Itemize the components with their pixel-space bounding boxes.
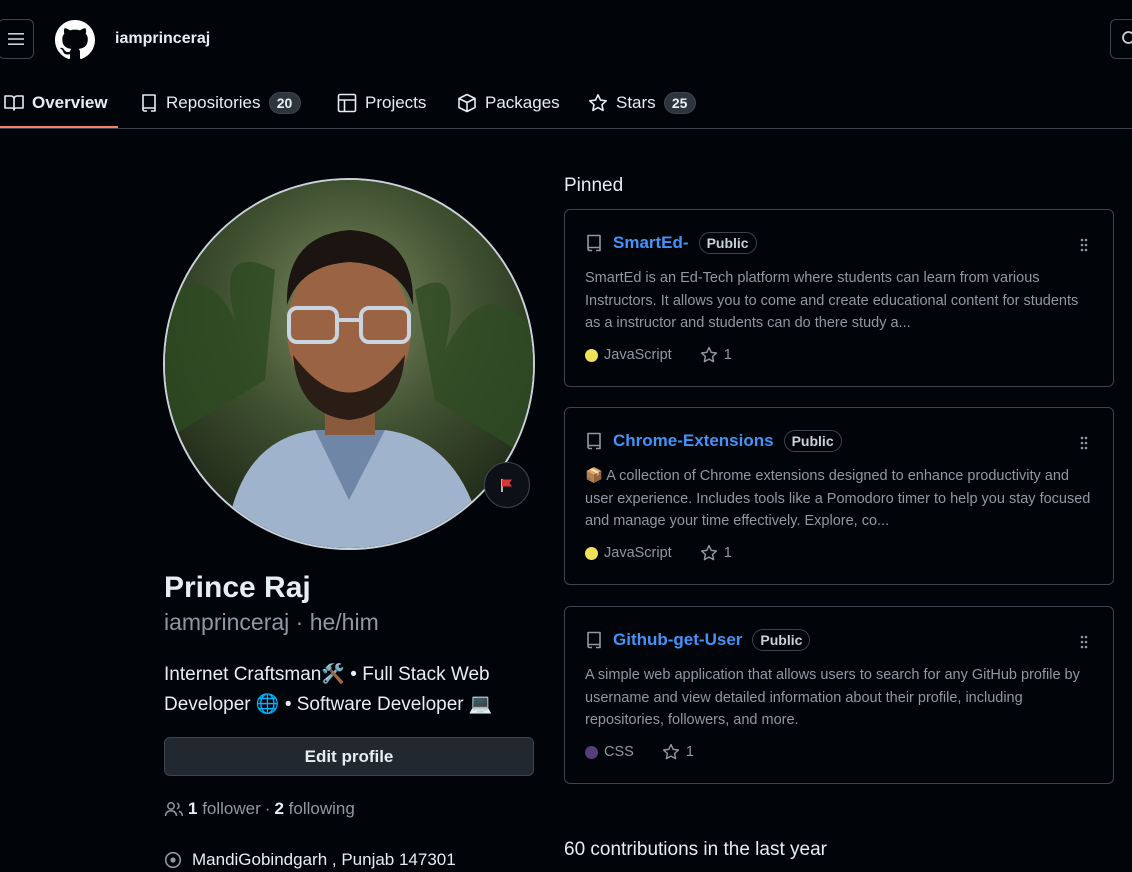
tab-overview[interactable]: Overview bbox=[4, 78, 108, 128]
pinned-heading: Pinned bbox=[564, 175, 624, 196]
repo-name-link[interactable]: Chrome-Extensions bbox=[613, 431, 774, 451]
tab-label: Packages bbox=[485, 93, 560, 112]
star-icon bbox=[589, 94, 607, 112]
avatar-image bbox=[165, 180, 533, 548]
repo-language: JavaScript bbox=[604, 347, 672, 363]
set-status-button[interactable] bbox=[484, 462, 530, 508]
profile-tabs: Overview Repositories 20 Projects Packag… bbox=[0, 78, 1132, 129]
star-icon bbox=[662, 743, 679, 760]
repo-stars-link[interactable]: 1 bbox=[662, 743, 694, 761]
drag-handle-icon[interactable] bbox=[1079, 635, 1089, 649]
followers-label: follower bbox=[202, 799, 261, 818]
profile-handle: iamprinceraj · he/him bbox=[164, 609, 379, 635]
repo-stars-link[interactable]: 1 bbox=[700, 544, 732, 562]
following-link[interactable]: 2 following bbox=[274, 799, 354, 819]
tab-repositories[interactable]: Repositories 20 bbox=[140, 78, 301, 128]
flag-icon bbox=[501, 479, 512, 492]
header-username[interactable]: iamprinceraj bbox=[115, 30, 210, 48]
repositories-count: 20 bbox=[268, 92, 301, 114]
drag-handle-icon[interactable] bbox=[1079, 436, 1089, 450]
active-tab-indicator bbox=[0, 126, 118, 128]
repo-icon bbox=[587, 631, 601, 649]
language-color-dot bbox=[585, 745, 598, 759]
tab-packages[interactable]: Packages bbox=[457, 78, 560, 128]
tab-label: Projects bbox=[365, 93, 427, 112]
repo-description: SmartEd is an Ed-Tech platform where stu… bbox=[585, 270, 1079, 331]
tab-label: Overview bbox=[32, 93, 108, 112]
search-icon bbox=[1122, 31, 1132, 44]
bio-line: Internet Craftsman🛠️ • Full Stack Web bbox=[164, 664, 490, 685]
repo-name-link[interactable]: SmartEd- bbox=[613, 233, 689, 253]
repo-meta: JavaScript 1 bbox=[585, 544, 732, 562]
repo-meta: JavaScript 1 bbox=[585, 346, 732, 364]
github-logo-icon[interactable] bbox=[55, 20, 95, 60]
followers-count: 1 bbox=[188, 799, 198, 818]
repo-language: JavaScript bbox=[604, 545, 672, 561]
star-icon bbox=[700, 544, 717, 561]
follow-stats: 1 follower · 2 following bbox=[164, 799, 355, 819]
repo-icon bbox=[587, 234, 601, 252]
package-icon bbox=[458, 93, 476, 113]
repo-star-count: 1 bbox=[723, 347, 732, 363]
pinned-repo-card: SmartEd- Public SmartEd is an Ed-Tech pl… bbox=[564, 209, 1114, 387]
following-count: 2 bbox=[274, 799, 284, 818]
repo-description: 📦 A collection of Chrome extensions desi… bbox=[585, 468, 1091, 529]
following-label: following bbox=[288, 799, 355, 818]
repo-star-count: 1 bbox=[723, 545, 732, 561]
visibility-badge: Public bbox=[698, 232, 757, 254]
tab-label: Stars bbox=[616, 93, 656, 112]
avatar[interactable] bbox=[163, 178, 535, 550]
profile-bio: Internet Craftsman🛠️ • Full Stack Web De… bbox=[164, 660, 534, 720]
repo-star-count: 1 bbox=[685, 744, 694, 760]
pinned-repo-card: Github-get-User Public A simple web appl… bbox=[564, 606, 1114, 784]
table-icon bbox=[337, 93, 357, 113]
bio-line: Developer 🌐 • Software Developer 💻 bbox=[164, 694, 493, 715]
drag-handle-icon[interactable] bbox=[1079, 238, 1089, 252]
top-bar: iamprinceraj bbox=[0, 0, 1132, 78]
repo-stars-link[interactable]: 1 bbox=[700, 346, 732, 364]
menu-button[interactable] bbox=[0, 19, 34, 59]
separator: · bbox=[264, 799, 271, 818]
location-icon bbox=[164, 851, 182, 869]
repo-description: A simple web application that allows use… bbox=[585, 667, 1080, 728]
tab-stars[interactable]: Stars 25 bbox=[588, 78, 696, 128]
book-icon bbox=[4, 95, 24, 111]
repo-icon bbox=[142, 94, 156, 112]
repo-meta: CSS 1 bbox=[585, 743, 694, 761]
language-color-dot bbox=[585, 348, 598, 362]
repo-icon bbox=[587, 432, 601, 450]
people-icon bbox=[164, 802, 184, 817]
tab-projects[interactable]: Projects bbox=[337, 78, 426, 128]
star-icon bbox=[700, 346, 717, 363]
tab-label: Repositories bbox=[166, 93, 261, 112]
contributions-heading: 60 contributions in the last year bbox=[564, 839, 827, 860]
stars-count: 25 bbox=[663, 92, 696, 114]
language-color-dot bbox=[585, 546, 598, 560]
profile-location: MandiGobindgarh , Punjab 147301 bbox=[164, 850, 456, 870]
location-text: MandiGobindgarh , Punjab 147301 bbox=[192, 850, 456, 869]
edit-profile-button[interactable]: Edit profile bbox=[164, 737, 534, 776]
hamburger-icon bbox=[8, 33, 24, 45]
visibility-badge: Public bbox=[752, 629, 811, 651]
search-button[interactable] bbox=[1110, 19, 1132, 59]
visibility-badge: Public bbox=[783, 430, 842, 452]
profile-fullname: Prince Raj bbox=[164, 571, 311, 604]
pinned-repo-card: Chrome-Extensions Public 📦 A collection … bbox=[564, 407, 1114, 585]
repo-name-link[interactable]: Github-get-User bbox=[613, 630, 742, 650]
repo-language: CSS bbox=[604, 744, 634, 760]
followers-link[interactable]: 1 follower bbox=[188, 799, 261, 819]
